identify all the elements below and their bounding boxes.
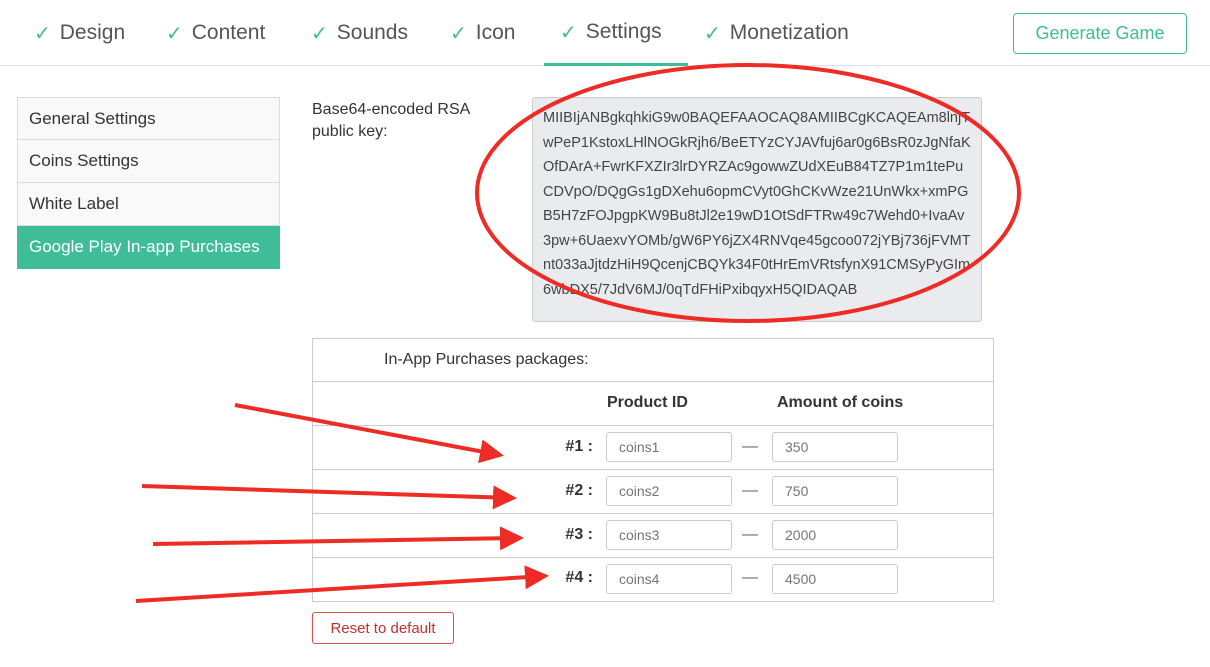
product-id-input[interactable] — [606, 520, 732, 550]
tab-monetization[interactable]: ✓ Monetization — [704, 0, 849, 66]
row-number: #3 : — [565, 526, 593, 543]
rsa-key-textarea[interactable]: MIIBIjANBgkqhkiG9w0BAQEFAAOCAQ8AMIIBCgKC… — [532, 97, 982, 322]
coin-amount-input[interactable] — [772, 520, 898, 550]
reset-to-default-button[interactable]: Reset to default — [312, 612, 454, 644]
sidebar-item-coins-settings[interactable]: Coins Settings — [17, 140, 280, 183]
check-icon: ✓ — [450, 21, 467, 45]
row-number: #2 : — [565, 482, 593, 499]
product-id-input[interactable] — [606, 476, 732, 506]
iap-header-row: Product ID Amount of coins — [313, 382, 993, 426]
column-header-product-id: Product ID — [607, 394, 688, 411]
check-icon: ✓ — [311, 21, 328, 45]
tab-label: Monetization — [729, 21, 849, 44]
row-number: #1 : — [565, 438, 593, 455]
settings-sidebar: General Settings Coins Settings White La… — [17, 97, 280, 269]
rsa-key-label: Base64-encoded RSA public key: — [312, 101, 470, 140]
coin-amount-input[interactable] — [772, 432, 898, 462]
coin-amount-input[interactable] — [772, 564, 898, 594]
product-id-input[interactable] — [606, 432, 732, 462]
iap-packages-table: In-App Purchases packages: Product ID Am… — [312, 338, 994, 602]
check-icon: ✓ — [34, 21, 51, 45]
tab-label: Content — [191, 21, 266, 44]
check-icon: ✓ — [704, 21, 721, 45]
sidebar-item-white-label[interactable]: White Label — [17, 183, 280, 226]
tab-content[interactable]: ✓ Content — [166, 0, 265, 66]
tab-sounds[interactable]: ✓ Sounds — [311, 0, 408, 66]
table-row: #4 : — — [313, 558, 993, 601]
tab-settings[interactable]: ✓ Settings — [544, 0, 688, 66]
row-number: #4 : — [565, 569, 593, 586]
sidebar-item-general-settings[interactable]: General Settings — [17, 97, 280, 140]
table-row: #2 : — — [313, 470, 993, 514]
dash-separator: — — [742, 526, 758, 543]
check-icon: ✓ — [560, 19, 577, 44]
dash-separator: — — [742, 438, 758, 455]
iap-title-row: In-App Purchases packages: — [313, 339, 993, 382]
tab-label: Icon — [475, 21, 516, 44]
table-row: #3 : — — [313, 514, 993, 558]
column-header-amount: Amount of coins — [777, 394, 904, 411]
tab-label: Settings — [585, 19, 662, 43]
tab-label: Sounds — [336, 21, 408, 44]
generate-game-button[interactable]: Generate Game — [1013, 13, 1187, 54]
tab-design[interactable]: ✓ Design — [34, 0, 125, 66]
iap-title: In-App Purchases packages: — [384, 351, 589, 368]
top-nav: ✓ Design ✓ Content ✓ Sounds ✓ Icon ✓ Set… — [0, 0, 1210, 66]
dash-separator: — — [742, 569, 758, 586]
sidebar-item-google-play-iap[interactable]: Google Play In-app Purchases — [17, 226, 280, 269]
product-id-input[interactable] — [606, 564, 732, 594]
tab-label: Design — [59, 21, 126, 44]
table-row: #1 : — — [313, 426, 993, 470]
check-icon: ✓ — [166, 21, 183, 45]
dash-separator: — — [742, 482, 758, 499]
tab-icon[interactable]: ✓ Icon — [450, 0, 515, 66]
coin-amount-input[interactable] — [772, 476, 898, 506]
